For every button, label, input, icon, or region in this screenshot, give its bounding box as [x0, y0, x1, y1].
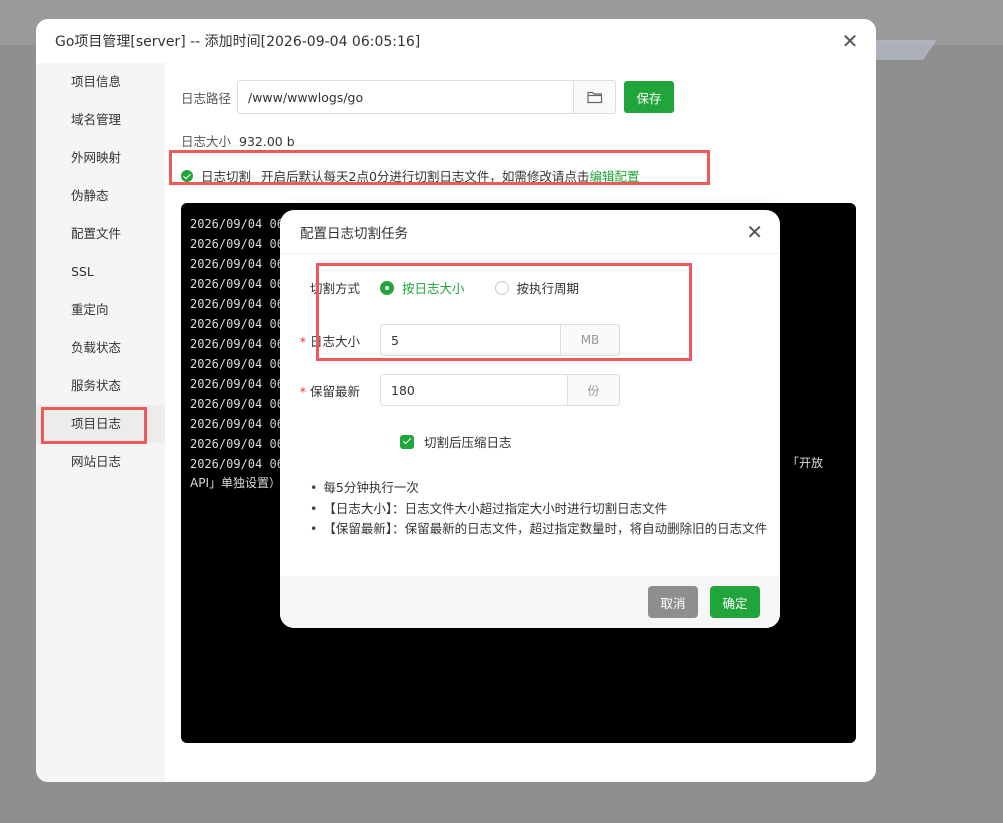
- sidebar-item-site-log[interactable]: 网站日志: [36, 443, 165, 481]
- list-item: 每5分钟执行一次: [310, 478, 767, 499]
- required-mark: *: [299, 333, 306, 349]
- close-icon[interactable]: ✕: [840, 31, 860, 51]
- sidebar-item-config[interactable]: 配置文件: [36, 215, 165, 253]
- sidebar-item-port-mapping[interactable]: 外网映射: [36, 139, 165, 177]
- log-line-tail: API」单独设置）: [190, 476, 281, 490]
- log-size-value: 932.00 b: [239, 134, 295, 149]
- sidebar-item-project-info[interactable]: 项目信息: [36, 63, 165, 101]
- log-size-label: 日志大小: [181, 134, 232, 149]
- keep-unit: 份: [568, 374, 620, 406]
- list-item: 【保留最新】：保留最新的日志文件，超过指定数量时，将自动删除旧的日志文件: [310, 519, 767, 540]
- keep-input-group: 份: [380, 374, 620, 406]
- modal-title: Go项目管理[server] -- 添加时间[2026-09-04 06:05:…: [55, 34, 421, 50]
- sidebar-item-redirect[interactable]: 重定向: [36, 291, 165, 329]
- sidebar-item-domain[interactable]: 域名管理: [36, 101, 165, 139]
- confirm-button[interactable]: 确定: [710, 586, 760, 618]
- sidebar-item-ssl[interactable]: SSL: [36, 253, 165, 291]
- log-path-row: 日志路径 保存: [181, 80, 674, 114]
- list-item: 【日志大小】：日志文件大小超过指定大小时进行切割日志文件: [310, 499, 767, 520]
- sidebar-item-service-status[interactable]: 服务状态: [36, 367, 165, 405]
- keep-label: * 保留最新: [299, 383, 360, 399]
- dialog-title: 配置日志切割任务: [280, 210, 780, 254]
- save-button[interactable]: 保存: [624, 81, 674, 113]
- highlight-box-sidebar: [41, 407, 147, 444]
- log-size-row: 日志大小 932.00 b: [181, 131, 295, 150]
- dialog-footer: 取消 确定: [280, 576, 780, 628]
- keep-row: *保留最新 份: [280, 374, 620, 406]
- log-split-dialog: 配置日志切割任务 ✕ 切割方式 按日志大小 按执行周期 *日志大小 MB *保留…: [280, 210, 780, 628]
- notes-list: 每5分钟执行一次 【日志大小】：日志文件大小超过指定大小时进行切割日志文件 【保…: [310, 478, 767, 540]
- checkbox-checked-icon: [400, 434, 414, 449]
- log-line-tail-right: 「开放: [787, 456, 824, 470]
- required-mark: *: [299, 383, 306, 399]
- compress-label: 切割后压缩日志: [424, 435, 512, 450]
- log-path-input[interactable]: [237, 80, 574, 114]
- highlight-box-split: [169, 150, 710, 185]
- compress-checkbox[interactable]: 切割后压缩日志: [400, 432, 512, 451]
- folder-icon[interactable]: [574, 80, 616, 114]
- cancel-button[interactable]: 取消: [648, 586, 698, 618]
- highlight-box-dialog: [316, 263, 692, 361]
- keep-input[interactable]: [380, 374, 568, 406]
- sidebar-item-rewrite[interactable]: 伪静态: [36, 177, 165, 215]
- sidebar-item-load-status[interactable]: 负载状态: [36, 329, 165, 367]
- close-icon[interactable]: ✕: [746, 222, 763, 242]
- log-path-label: 日志路径: [181, 90, 232, 106]
